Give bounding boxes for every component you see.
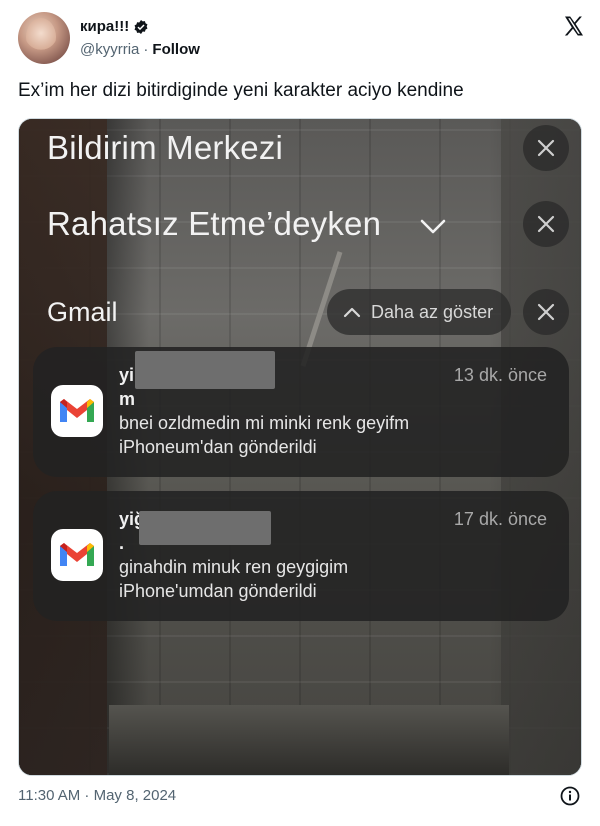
notification-body: ginahdin minuk ren geygigim — [119, 557, 349, 577]
close-notification-center-button[interactable] — [523, 125, 569, 171]
gmail-app-icon — [51, 385, 103, 437]
display-name[interactable]: кира!!! — [80, 18, 129, 35]
avatar[interactable] — [18, 12, 70, 64]
dnd-section-title[interactable]: Rahatsız Etme’deyken — [47, 205, 381, 243]
gmail-group-label: Gmail — [47, 297, 118, 327]
notification-subject: . — [119, 533, 125, 553]
separator: · — [143, 41, 149, 58]
close-gmail-group-button[interactable] — [523, 289, 569, 335]
show-less-button[interactable]: Daha az göster — [327, 289, 511, 335]
notification-body: bnei ozldmedin mi minki renk geyifm — [119, 413, 410, 433]
close-dnd-button[interactable] — [523, 201, 569, 247]
gmail-icon — [60, 543, 94, 566]
handle-row: @kyyrria · Follow — [80, 41, 200, 58]
notification-signature: iPhoneum'dan gönderildi — [119, 437, 317, 457]
chevron-up-icon — [343, 307, 361, 318]
close-icon — [537, 215, 555, 233]
handle[interactable]: @kyyrria — [80, 41, 139, 58]
follow-button[interactable]: Follow — [152, 41, 200, 58]
notification-subject: m — [119, 389, 136, 409]
notification-center-title: Bildirim Merkezi — [47, 129, 284, 166]
show-less-label: Daha az göster — [371, 301, 494, 322]
info-icon[interactable] — [560, 786, 580, 806]
tweet-header: кира!!! @kyyrria · Follow — [18, 12, 586, 68]
redaction-box — [139, 511, 271, 545]
tweet-timestamp[interactable]: 11:30 AM · May 8, 2024 — [18, 787, 176, 804]
gmail-icon — [60, 399, 94, 422]
notification-card[interactable]: yiğ 17 dk. önce . ginahdin minuk ren gey… — [33, 491, 569, 621]
tweet-text: Ex’im her dizi bitirdiginde yeni karakte… — [18, 80, 464, 101]
close-icon — [537, 303, 555, 321]
background-ledge — [109, 705, 509, 775]
notification-sender: yi — [119, 365, 135, 385]
redaction-box — [135, 351, 275, 389]
name-row: кира!!! — [80, 18, 149, 35]
notification-time: 17 dk. önce — [453, 509, 547, 529]
verified-badge-icon — [134, 19, 148, 34]
notification-card[interactable]: yi 13 dk. önce m bnei ozldmedin mi minki… — [33, 347, 569, 477]
tweet-media-screenshot[interactable]: Bildirim Merkezi Rahatsız Etme’deyken Gm… — [18, 118, 582, 776]
close-icon — [537, 139, 555, 157]
gmail-app-icon — [51, 529, 103, 581]
notification-signature: iPhone'umdan gönderildi — [119, 581, 317, 601]
chevron-down-icon[interactable] — [420, 219, 446, 235]
notification-time: 13 dk. önce — [453, 365, 547, 385]
x-logo-icon[interactable] — [562, 14, 586, 38]
